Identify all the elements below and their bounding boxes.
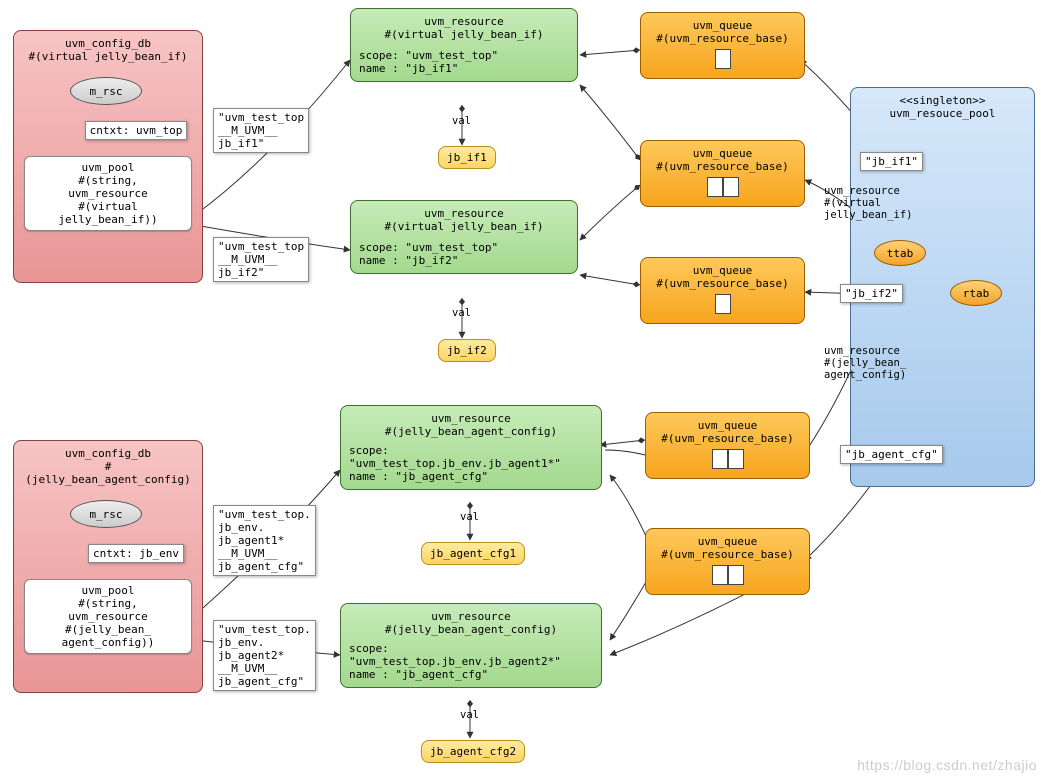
- cntxt-label: cntxt: uvm_top: [85, 121, 188, 140]
- edge-label-1: "uvm_test_top __M_UVM__ jb_if1": [213, 108, 309, 153]
- jb-agent-cfg1: jb_agent_cfg1: [421, 542, 525, 565]
- queue-4: uvm_queue #(uvm_resource_base): [645, 412, 810, 479]
- m-rsc-ellipse: m_rsc: [70, 77, 142, 105]
- rtab-ellipse: rtab: [950, 280, 1002, 306]
- watermark: https://blog.csdn.net/zhajio: [857, 757, 1037, 773]
- queue-2: uvm_queue #(uvm_resource_base): [640, 140, 805, 207]
- uvm-pool-box: uvm_pool #(string, uvm_resource #(virtua…: [24, 156, 192, 231]
- val-3: val: [460, 511, 479, 523]
- edge-label-2: "uvm_test_top __M_UVM__ jb_if2": [213, 237, 309, 282]
- jb-if1: jb_if1: [438, 146, 496, 169]
- ttab-ellipse: ttab: [874, 240, 926, 266]
- queue-3: uvm_queue #(uvm_resource_base): [640, 257, 805, 324]
- lab-restype1: uvm_resource #(virtual jelly_bean_if): [824, 185, 913, 221]
- resource-2: uvm_resource #(virtual jelly_bean_if) sc…: [350, 200, 578, 274]
- edge-label-3: "uvm_test_top. jb_env. jb_agent1* __M_UV…: [213, 505, 316, 576]
- val-1: val: [452, 115, 471, 127]
- val-4: val: [460, 709, 479, 721]
- lab-jbif1: "jb_if1": [860, 152, 923, 171]
- lab-jbagentcfg: "jb_agent_cfg": [840, 445, 943, 464]
- queue-1: uvm_queue #(uvm_resource_base): [640, 12, 805, 79]
- m-rsc-ellipse-2: m_rsc: [70, 500, 142, 528]
- edge-label-4: "uvm_test_top. jb_env. jb_agent2* __M_UV…: [213, 620, 316, 691]
- jb-if2: jb_if2: [438, 339, 496, 362]
- jb-agent-cfg2: jb_agent_cfg2: [421, 740, 525, 763]
- config-db-2: uvm_config_db #(jelly_bean_agent_config)…: [13, 440, 203, 693]
- resource-4: uvm_resource #(jelly_bean_agent_config) …: [340, 603, 602, 688]
- title: uvm_config_db: [22, 37, 194, 50]
- config-db-1: uvm_config_db #(virtual jelly_bean_if) m…: [13, 30, 203, 283]
- subtitle: #(virtual jelly_bean_if): [22, 50, 194, 63]
- resource-1: uvm_resource #(virtual jelly_bean_if) sc…: [350, 8, 578, 82]
- cntxt-label-2: cntxt: jb_env: [88, 544, 184, 563]
- lab-jbif2: "jb_if2": [840, 284, 903, 303]
- queue-5: uvm_queue #(uvm_resource_base): [645, 528, 810, 595]
- val-2: val: [452, 307, 471, 319]
- resource-3: uvm_resource #(jelly_bean_agent_config) …: [340, 405, 602, 490]
- uvm-pool-box-2: uvm_pool #(string, uvm_resource #(jelly_…: [24, 579, 192, 654]
- lab-restype2: uvm_resource #(jelly_bean_ agent_config): [824, 345, 906, 381]
